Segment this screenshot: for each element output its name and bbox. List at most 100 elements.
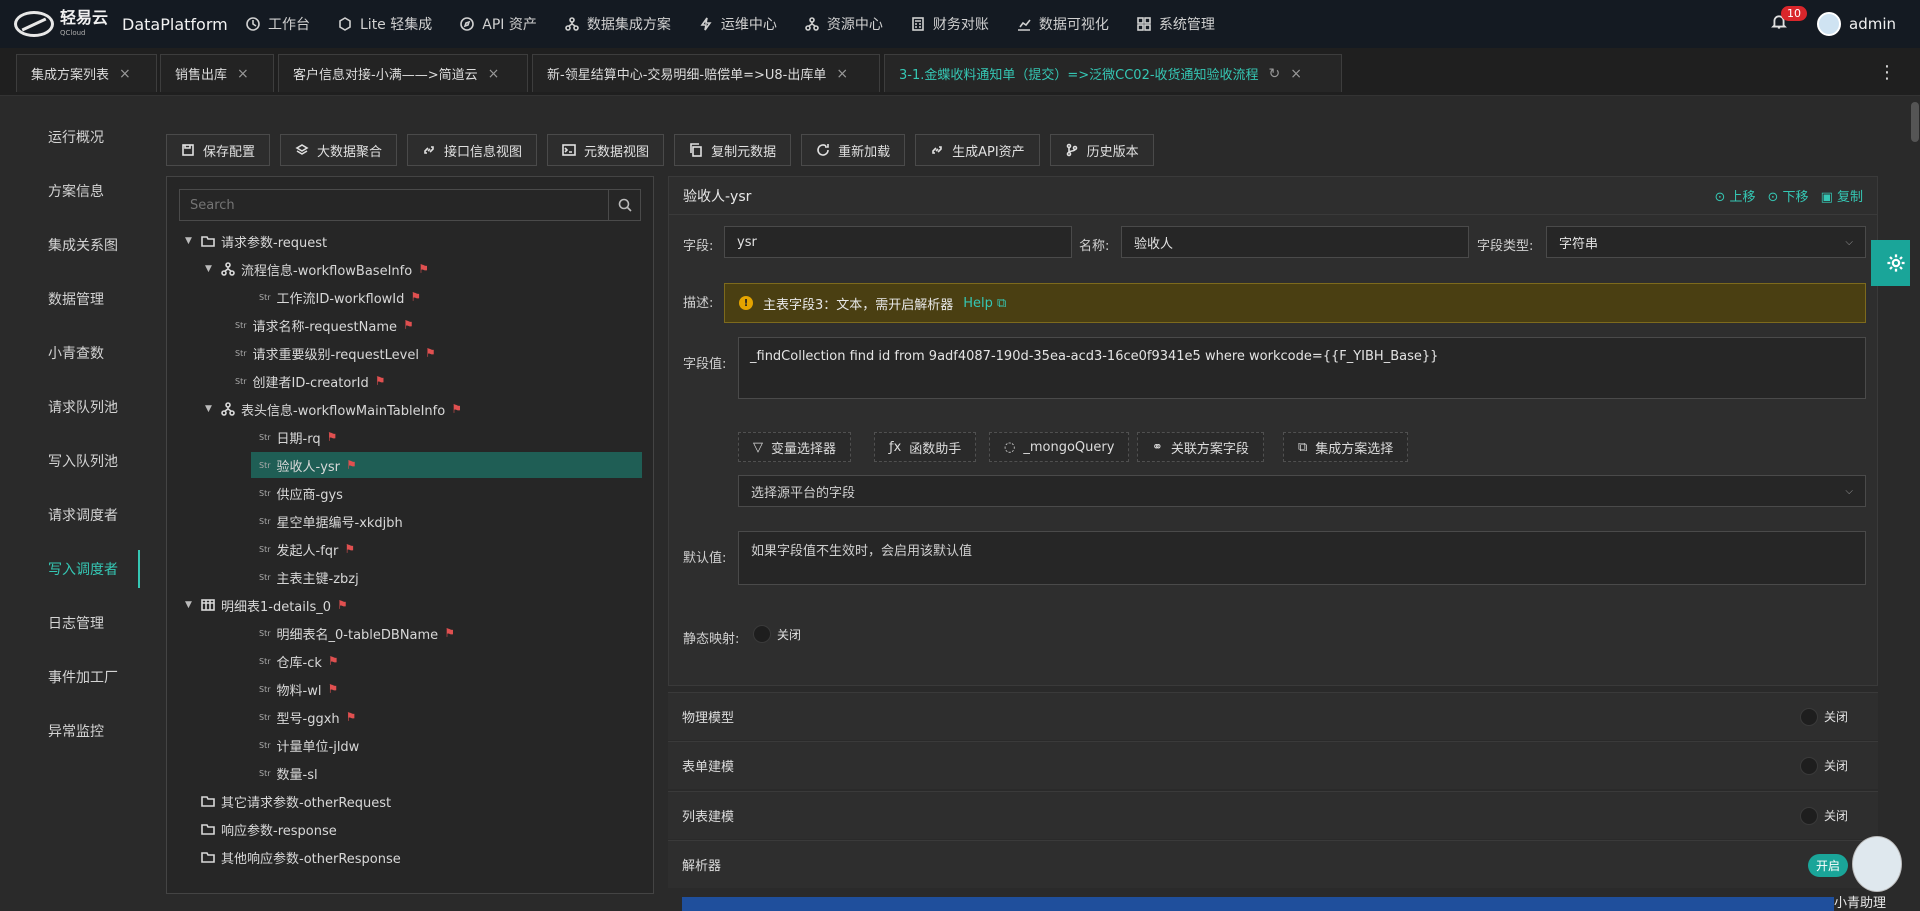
tree-node-table-db-name[interactable]: Str 明细表名_0-tableDBName ⚑ [259,620,455,646]
tree-node-zbzj[interactable]: Str 主表主键-zbzj [259,564,359,590]
tree-node-main-table-info[interactable]: ▼ 表头信息-workflowMainTableInfo ⚑ [205,396,462,422]
close-icon[interactable]: × [119,66,131,82]
tree-node-request[interactable]: ▼ 请求参数-request [185,228,327,254]
refresh-icon[interactable]: ↻ [1269,66,1281,82]
sidebar-item-logs[interactable]: 日志管理 [0,596,140,650]
tree-node-jldw[interactable]: Str 计量单位-jldw [259,732,359,758]
nav-system[interactable]: 系统管理 [1123,0,1229,48]
logo[interactable]: 轻易云 QCloud DataPlatform [0,10,232,38]
tree-node-request-name[interactable]: Str 请求名称-requestName ⚑ [235,312,414,338]
tree-node-sl[interactable]: Str 数量-sl [259,760,318,786]
name-input[interactable]: 验收人 [1121,226,1469,258]
caret-down-icon[interactable]: ▼ [185,236,195,246]
tree-node-workflow-base-info[interactable]: ▼ 流程信息-workflowBaseInfo ⚑ [205,256,429,282]
tree-node-request-level[interactable]: Str 请求重要级别-requestLevel ⚑ [235,340,436,366]
type-select[interactable]: 字符串 ⌵ [1546,226,1866,258]
tab-lingxing[interactable]: 新-领星结算中心-交易明细-赔偿单=>U8-出库单 × [532,54,880,92]
default-value-input[interactable]: 如果字段值不生效时，会启用该默认值 [738,531,1866,585]
nav-integration[interactable]: 数据集成方案 [551,0,685,48]
generate-api-asset-button[interactable]: 生成API资产 [915,134,1040,166]
tree-node-response[interactable]: 响应参数-response [201,816,337,842]
notification-button[interactable]: 10 [1771,6,1807,34]
sidebar-item-event-factory[interactable]: 事件加工厂 [0,650,140,704]
related-plan-field-button[interactable]: ⚭ 关联方案字段 [1137,432,1264,462]
metadata-view-button[interactable]: 元数据视图 [547,134,665,166]
mongo-query-button[interactable]: ◌ _mongoQuery [989,432,1130,462]
big-data-aggregate-button[interactable]: 大数据聚合 [280,134,398,166]
list-modeling-toggle[interactable]: 关闭 [1799,806,1848,825]
caret-down-icon[interactable]: ▼ [185,600,195,610]
move-up-button[interactable]: ⊙ 上移 [1714,186,1755,205]
source-field-select[interactable]: 选择源平台的字段 ⌵ [738,475,1866,507]
integration-plan-select-button[interactable]: ⧉ 集成方案选择 [1283,432,1409,462]
section-form-modeling[interactable]: 表单建模 关闭 [668,741,1878,789]
static-mapping-toggle[interactable]: 关闭 [753,625,801,643]
api-info-view-button[interactable]: 接口信息视图 [407,134,538,166]
tree-node-rq[interactable]: Str 日期-rq ⚑ [259,424,337,450]
tree-node-ysr-selected[interactable]: Str 验收人-ysr ⚑ [251,452,642,478]
close-icon[interactable]: × [237,66,249,82]
sidebar-item-query[interactable]: 小青查数 [0,326,140,380]
assistant-widget[interactable]: 开启 小青助理 [1806,836,1920,911]
sidebar-item-overview[interactable]: 运行概况 [0,110,140,164]
tree-node-ggxh[interactable]: Str 型号-ggxh ⚑ [259,704,356,730]
scrollbar[interactable] [1910,96,1920,911]
sidebar-item-exception-monitor[interactable]: 异常监控 [0,704,140,758]
caret-down-icon[interactable]: ▼ [205,404,215,414]
move-down-button[interactable]: ⊙ 下移 [1768,186,1809,205]
sidebar-item-write-scheduler[interactable]: 写入调度者 [0,542,140,596]
form-modeling-toggle[interactable]: 关闭 [1799,756,1848,775]
close-icon[interactable]: × [1290,66,1302,82]
tab-customer-sync[interactable]: 客户信息对接-小满——>简道云 × [278,54,528,92]
field-input[interactable]: ysr [724,226,1072,258]
nav-workbench[interactable]: 工作台 [232,0,324,48]
copy-button[interactable]: ▣ 复制 [1821,186,1863,205]
close-icon[interactable]: × [836,66,848,82]
history-version-button[interactable]: 历史版本 [1049,134,1154,166]
nav-api-assets[interactable]: API 资产 [446,0,551,48]
physical-model-toggle[interactable]: 关闭 [1799,707,1848,726]
nav-lite[interactable]: Lite 轻集成 [324,0,446,48]
sidebar-item-relation-graph[interactable]: 集成关系图 [0,218,140,272]
tree-node-other-request[interactable]: 其它请求参数-otherRequest [201,788,391,814]
nav-resources[interactable]: 资源中心 [791,0,897,48]
help-link[interactable]: Help ⧉ [963,296,1006,311]
close-icon[interactable]: × [488,66,500,82]
nav-visualization[interactable]: 数据可视化 [1003,0,1123,48]
nav-ops[interactable]: 运维中心 [685,0,791,48]
tab-sales-outbound[interactable]: 销售出库 × [160,54,274,92]
sidebar-item-write-queue[interactable]: 写入队列池 [0,434,140,488]
more-icon[interactable]: ⋮ [1878,62,1896,83]
search-button[interactable] [608,190,640,220]
tree-node-ck[interactable]: Str 仓库-ck ⚑ [259,648,339,674]
grid-icon [1137,17,1151,31]
caret-down-icon[interactable]: ▼ [205,264,215,274]
reload-button[interactable]: 重新加载 [801,134,906,166]
tree-node-creator-id[interactable]: Str 创建者ID-creatorId ⚑ [235,368,385,394]
search-input[interactable] [180,190,608,220]
section-list-modeling[interactable]: 列表建模 关闭 [668,791,1878,839]
nav-finance[interactable]: 财务对账 [897,0,1003,48]
assistant-open-bubble[interactable]: 开启 [1808,854,1849,877]
tree-node-fqr[interactable]: Str 发起人-fqr ⚑ [259,536,355,562]
section-parser[interactable]: 解析器 [668,840,1878,888]
sidebar-item-request-queue[interactable]: 请求队列池 [0,380,140,434]
sidebar-item-data-manage[interactable]: 数据管理 [0,272,140,326]
tree-node-workflow-id[interactable]: Str 工作流ID-workflowId ⚑ [259,284,421,310]
section-physical-model[interactable]: 物理模型 关闭 [668,692,1878,740]
variable-selector-button[interactable]: ▽ 变量选择器 [738,432,852,462]
function-helper-button[interactable]: ƒx 函数助手 [874,432,977,462]
sidebar-item-plan-info[interactable]: 方案信息 [0,164,140,218]
tree-node-wl[interactable]: Str 物料-wl ⚑ [259,676,338,702]
tree-node-details[interactable]: ▼ 明细表1-details_0 ⚑ [185,592,348,618]
tree-node-gys[interactable]: Str 供应商-gys [259,480,343,506]
copy-metadata-button[interactable]: 复制元数据 [674,134,792,166]
field-value-editor[interactable]: _findCollection find id from 9adf4087-19… [738,337,1866,399]
sidebar-item-request-scheduler[interactable]: 请求调度者 [0,488,140,542]
tree-node-other-response[interactable]: 其他响应参数-otherResponse [201,844,401,870]
tab-kingdee-active[interactable]: 3-1.金蝶收料通知单（提交）=>泛微CC02-收货通知验收流程 ↻ × [884,54,1342,92]
tab-integration-list[interactable]: 集成方案列表 × [16,54,157,92]
save-config-button[interactable]: 保存配置 [166,134,271,166]
tree-node-xkdjbh[interactable]: Str 星空单据编号-xkdjbh [259,508,403,534]
user-menu[interactable]: admin [1817,12,1896,36]
